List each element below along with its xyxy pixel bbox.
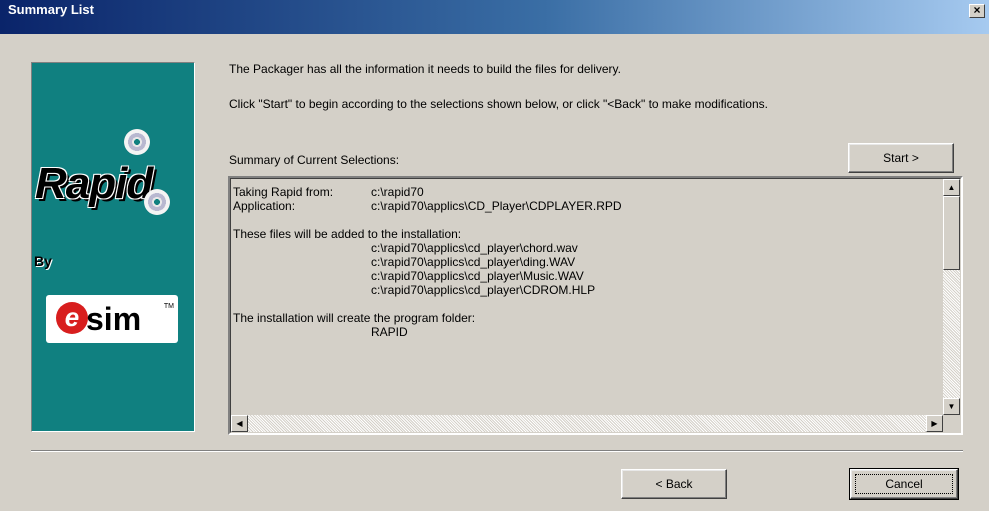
branding-panel: Rapid By e sim TM [31, 62, 195, 432]
folder-heading: The installation will create the program… [233, 311, 476, 325]
info-message: The Packager has all the information it … [229, 62, 621, 76]
focus-rectangle [855, 474, 953, 494]
esim-logo-tm: TM [163, 303, 174, 310]
divider [31, 450, 963, 452]
rapid-logo: Rapid [35, 159, 153, 208]
cd-icon [144, 189, 170, 215]
vertical-scrollbar[interactable]: ▲ ▼ [943, 179, 960, 415]
summary-row: Taking Rapid from: c:\rapid70 [233, 185, 933, 199]
scrollbar-corner [943, 415, 960, 432]
esim-logo: e sim TM [46, 295, 178, 343]
esim-logo-word: sim [86, 301, 142, 337]
summary-row-value: c:\rapid70\applics\CD_Player\CDPLAYER.RP… [371, 199, 622, 213]
esim-logo-e: e [56, 302, 88, 334]
window-title: Summary List [8, 2, 94, 17]
summary-content: Taking Rapid from: c:\rapid70 Application… [233, 185, 933, 339]
program-folder: RAPID [371, 325, 408, 339]
by-label: By [34, 253, 52, 269]
cancel-button[interactable]: Cancel [849, 468, 959, 500]
summary-row: Application: c:\rapid70\applics\CD_Player… [233, 199, 933, 213]
summary-row-label: Application: [233, 199, 296, 213]
summary-row-value: c:\rapid70 [371, 185, 424, 199]
close-icon[interactable]: × [969, 4, 985, 18]
start-button[interactable]: Start > [848, 143, 954, 173]
vertical-scroll-thumb[interactable] [943, 196, 960, 270]
instruction-message: Click "Start" to begin according to the … [229, 97, 768, 111]
back-button[interactable]: < Back [621, 469, 727, 499]
files-heading: These files will be added to the install… [233, 227, 462, 241]
horizontal-scrollbar[interactable]: ◀ ▶ [231, 415, 943, 432]
summary-listbox[interactable]: Taking Rapid from: c:\rapid70 Application… [228, 176, 963, 435]
scroll-up-icon[interactable]: ▲ [943, 179, 960, 196]
file-item: c:\rapid70\applics\cd_player\Music.WAV [371, 269, 584, 283]
scroll-down-icon[interactable]: ▼ [943, 398, 960, 415]
file-item: c:\rapid70\applics\cd_player\CDROM.HLP [371, 283, 596, 297]
summary-row-label: Taking Rapid from: [233, 185, 334, 199]
summary-heading: Summary of Current Selections: [229, 153, 400, 167]
file-item: c:\rapid70\applics\cd_player\ding.WAV [371, 255, 576, 269]
title-bar: Summary List × [0, 0, 989, 34]
cd-icon [124, 129, 150, 155]
scroll-right-icon[interactable]: ▶ [926, 415, 943, 432]
file-item: c:\rapid70\applics\cd_player\chord.wav [371, 241, 578, 255]
scroll-left-icon[interactable]: ◀ [231, 415, 248, 432]
